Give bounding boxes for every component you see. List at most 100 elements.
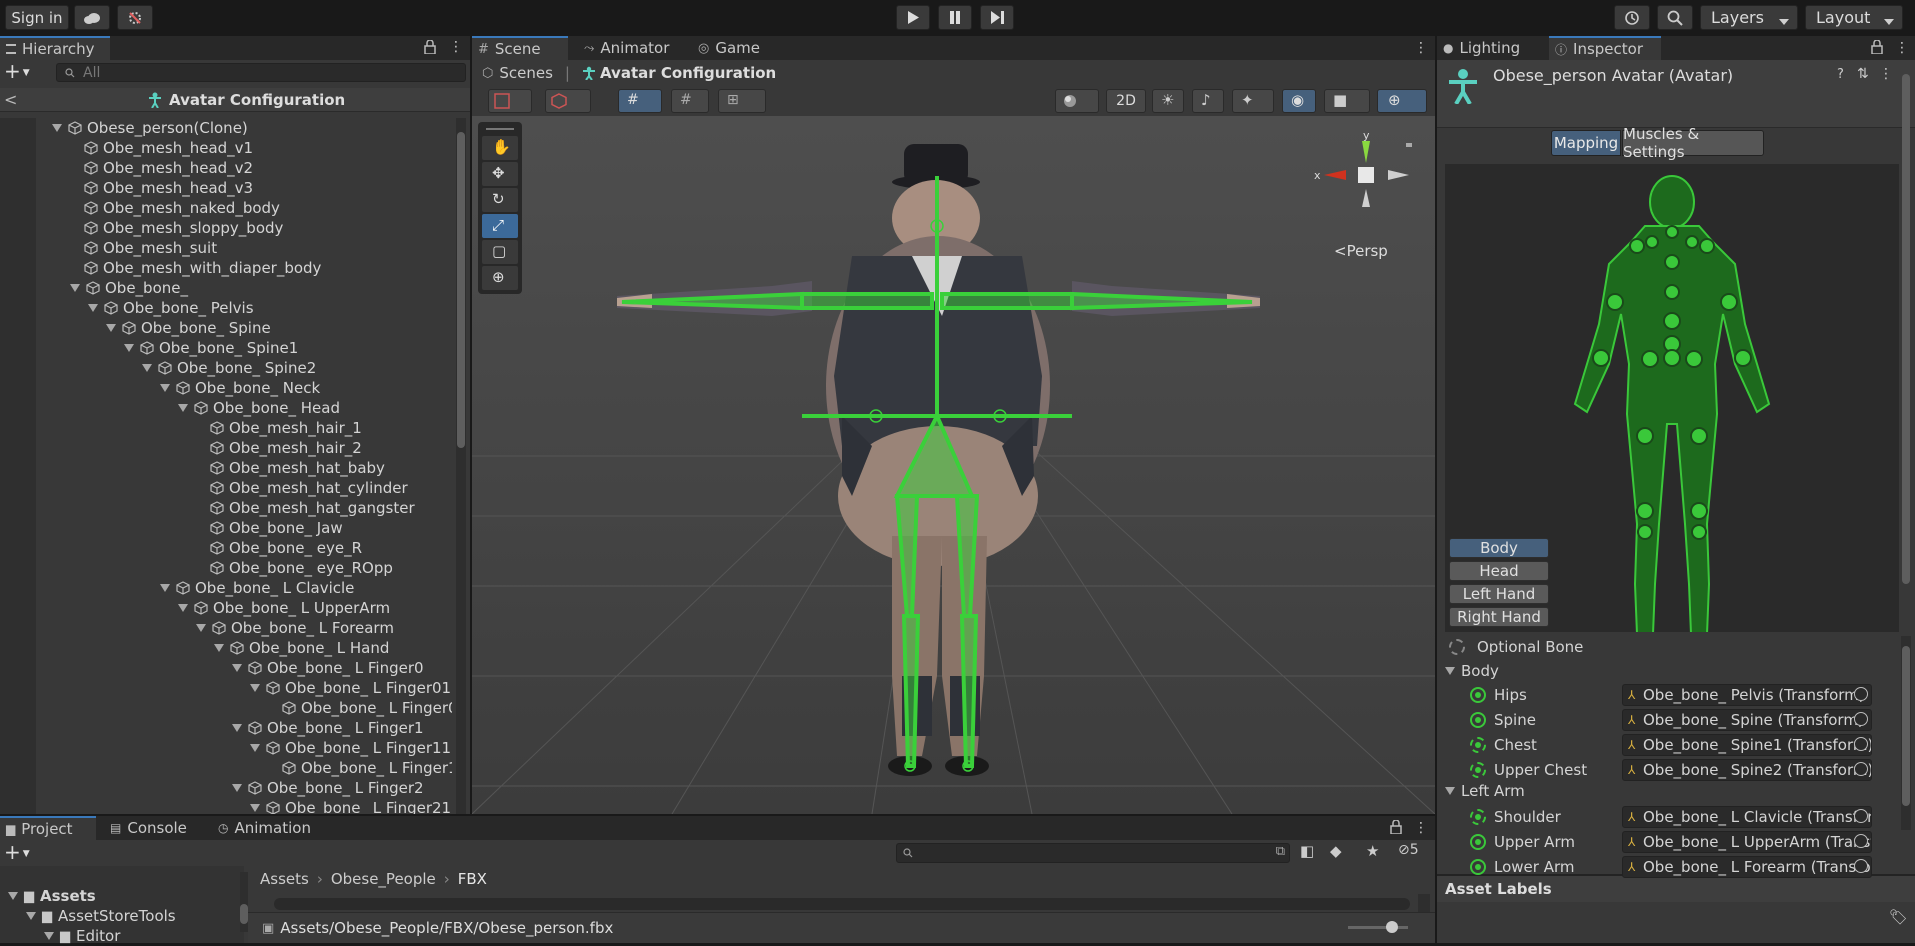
tab-console[interactable]: ▤ Console bbox=[104, 816, 200, 840]
hierarchy-row[interactable]: Obe_bone_ eye_ROpp bbox=[210, 558, 393, 578]
tab-animator[interactable]: ⤳ Animator bbox=[578, 36, 678, 60]
hierarchy-row[interactable]: Obe_bone_ Jaw bbox=[210, 518, 343, 538]
expand-icon[interactable] bbox=[196, 624, 206, 632]
project-search-input[interactable]: ⧉ bbox=[896, 843, 1290, 863]
bone-mapped-icon[interactable] bbox=[1470, 687, 1486, 703]
more-icon[interactable]: ⋮ bbox=[1414, 820, 1428, 836]
tab-project[interactable]: ▆ Project bbox=[0, 816, 96, 840]
hierarchy-scroll-thumb[interactable] bbox=[457, 132, 465, 448]
left-arm-section-header[interactable]: Left Arm bbox=[1445, 782, 1525, 800]
bone-transform-field[interactable]: ⅄ Obe_bone_ L Forearm (Transform) bbox=[1622, 856, 1872, 878]
breadcrumb-obese-people[interactable]: Obese_People bbox=[331, 870, 436, 888]
expand-icon[interactable] bbox=[70, 284, 80, 292]
more-icon[interactable]: ⋮ bbox=[449, 40, 463, 56]
object-picker-icon[interactable] bbox=[1854, 712, 1868, 726]
tab-lighting[interactable]: ● Lighting bbox=[1437, 36, 1537, 60]
expand-icon[interactable] bbox=[106, 324, 116, 332]
hierarchy-row[interactable]: Obe_bone_ bbox=[70, 278, 188, 298]
hierarchy-search-input[interactable]: All bbox=[56, 63, 466, 82]
hand-tool-icon[interactable]: ✋ bbox=[482, 136, 518, 160]
body-section-header[interactable]: Body bbox=[1445, 662, 1499, 680]
bone-transform-field[interactable]: ⅄ Obe_bone_ Spine2 (Transform) bbox=[1622, 759, 1872, 781]
layers-dropdown[interactable]: Layers bbox=[1700, 5, 1798, 30]
filter-type-icon[interactable]: ◧ bbox=[1300, 842, 1314, 860]
object-picker-icon[interactable] bbox=[1854, 687, 1868, 701]
cloud-icon[interactable] bbox=[74, 5, 110, 30]
mapping-tab[interactable]: Mapping bbox=[1551, 130, 1621, 156]
search-options-icon[interactable]: ⧉ bbox=[1276, 844, 1285, 859]
breadcrumb-assets[interactable]: Assets bbox=[260, 870, 309, 888]
hierarchy-row[interactable]: Obe_bone_ Neck bbox=[160, 378, 320, 398]
expand-icon[interactable] bbox=[52, 124, 62, 132]
hierarchy-row[interactable]: Obe_bone_ L Forearm bbox=[196, 618, 394, 638]
inspector-scrollbar[interactable] bbox=[1901, 636, 1911, 830]
hierarchy-row[interactable]: Obe_bone_ L Finger21 bbox=[250, 798, 451, 814]
hierarchy-row[interactable]: Obe_bone_ L Hand bbox=[214, 638, 389, 658]
2d-toggle-button[interactable]: 2D bbox=[1106, 89, 1146, 113]
lock-icon[interactable] bbox=[1871, 39, 1883, 58]
expand-icon[interactable] bbox=[160, 584, 170, 592]
bone-transform-field[interactable]: ⅄ Obe_bone_ L UpperArm (Transform) bbox=[1622, 831, 1872, 853]
folder-tree-item[interactable]: ▆ Editor bbox=[44, 926, 120, 946]
tab-scene[interactable]: # Scene bbox=[472, 36, 568, 60]
expand-icon[interactable] bbox=[178, 404, 188, 412]
hierarchy-row[interactable]: Obe_bone_ Pelvis bbox=[88, 298, 254, 318]
hierarchy-row[interactable]: Obe_mesh_head_v1 bbox=[84, 138, 253, 158]
play-button[interactable] bbox=[896, 5, 930, 30]
camera-dropdown[interactable]: ■ bbox=[1324, 89, 1370, 113]
move-tool-icon[interactable]: ✥ bbox=[482, 162, 518, 186]
inspector-scroll-thumb[interactable] bbox=[1902, 646, 1910, 806]
persp-label[interactable]: <Persp bbox=[1334, 242, 1388, 260]
hierarchy-row[interactable]: Obe_bone_ Spine2 bbox=[142, 358, 316, 378]
expand-icon[interactable] bbox=[8, 892, 18, 900]
hierarchy-row[interactable]: Obe_bone_ L UpperArm bbox=[178, 598, 390, 618]
expand-icon[interactable] bbox=[214, 644, 224, 652]
object-picker-icon[interactable] bbox=[1854, 737, 1868, 751]
scene-viewport[interactable]: ✋ ✥ ↻ ⤢ ▢ ⊕ y x <Persp bbox=[472, 116, 1435, 814]
hierarchy-row[interactable]: Obe_bone_ L Finger2 bbox=[232, 778, 424, 798]
transform-tool-icon[interactable]: ⊕ bbox=[482, 266, 518, 290]
tag-icon[interactable]: 🏷 bbox=[1889, 908, 1908, 926]
hidden-packages-toggle[interactable]: ⊘ 5 bbox=[1398, 842, 1419, 858]
hierarchy-row[interactable]: Obe_bone_ eye_R bbox=[210, 538, 362, 558]
body-part-button[interactable]: Head bbox=[1449, 561, 1549, 581]
audio-toggle[interactable]: ♪ bbox=[1192, 89, 1224, 113]
hierarchy-row[interactable]: Obese_person(Clone) bbox=[52, 118, 248, 138]
hierarchy-row[interactable]: Obe_mesh_hat_baby bbox=[210, 458, 385, 478]
grid-snap-button[interactable]: # bbox=[618, 89, 662, 113]
object-picker-icon[interactable] bbox=[1854, 834, 1868, 848]
scale-tool-icon[interactable]: ⤢ bbox=[482, 214, 518, 238]
expand-icon[interactable] bbox=[26, 912, 36, 920]
lock-icon[interactable] bbox=[1390, 819, 1402, 838]
search-icon[interactable] bbox=[1657, 5, 1693, 30]
hierarchy-row[interactable]: Obe_bone_ L Finger1 bbox=[232, 718, 424, 738]
hierarchy-row[interactable]: Obe_bone_ Head bbox=[178, 398, 340, 418]
lock-icon[interactable] bbox=[424, 39, 436, 55]
expand-icon[interactable] bbox=[160, 384, 170, 392]
hierarchy-row[interactable]: Obe_bone_ L Finger0 bbox=[232, 658, 424, 678]
shading-mode-dropdown[interactable] bbox=[1055, 89, 1099, 113]
bone-mapped-icon[interactable] bbox=[1470, 834, 1486, 850]
bone-transform-field[interactable]: ⅄ Obe_bone_ Spine1 (Transform) bbox=[1622, 734, 1872, 756]
hierarchy-row[interactable]: Obe_bone_ L Finger11 bbox=[250, 738, 451, 758]
hierarchy-row[interactable]: Obe_bone_ L Clavicle bbox=[160, 578, 354, 598]
object-picker-icon[interactable] bbox=[1854, 859, 1868, 873]
inspector-main-scrollbar[interactable] bbox=[1901, 60, 1911, 600]
body-part-button[interactable]: Right Hand bbox=[1449, 607, 1549, 627]
expand-icon[interactable] bbox=[88, 304, 98, 312]
bone-transform-field[interactable]: ⅄ Obe_bone_ L Clavicle (Transform) bbox=[1622, 806, 1872, 828]
bone-transform-field[interactable]: ⅄ Obe_bone_ Pelvis (Transform) bbox=[1622, 684, 1872, 706]
hierarchy-row[interactable]: Obe_mesh_hat_gangster bbox=[210, 498, 415, 518]
expand-icon[interactable] bbox=[44, 932, 54, 940]
gizmos-dropdown[interactable]: ⊕ bbox=[1377, 89, 1427, 113]
folder-tree-item[interactable]: ▆ AssetStoreTools bbox=[26, 906, 176, 926]
pause-button[interactable] bbox=[938, 5, 972, 30]
more-icon[interactable]: ⋮ bbox=[1895, 40, 1909, 56]
hierarchy-row[interactable]: Obe_bone_ L Finger1: bbox=[282, 758, 452, 778]
render-dropdown[interactable] bbox=[545, 89, 591, 113]
expand-icon[interactable] bbox=[250, 684, 260, 692]
bone-mapped-icon[interactable] bbox=[1470, 737, 1486, 753]
folder-tree-item[interactable]: ▆ Assets bbox=[8, 886, 96, 906]
more-icon[interactable]: ⋮ bbox=[1879, 66, 1893, 82]
breadcrumb-fbx[interactable]: FBX bbox=[458, 870, 487, 888]
